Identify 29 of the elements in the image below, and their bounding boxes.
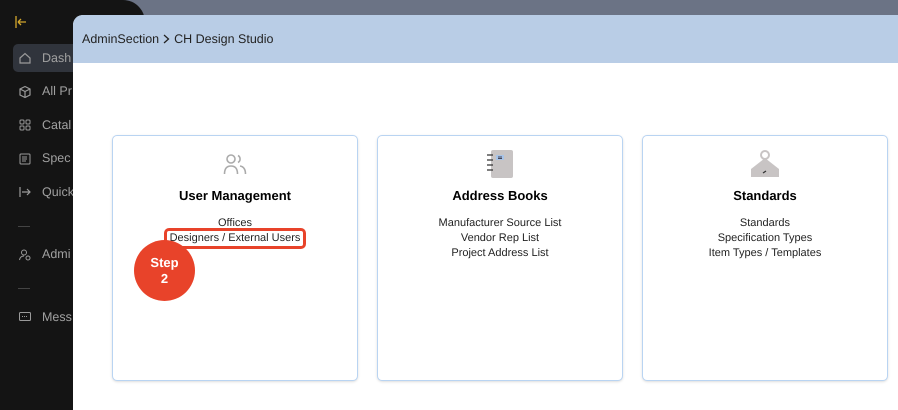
sidebar-item[interactable]: Spec <box>13 144 141 172</box>
weight-icon <box>750 150 780 178</box>
card-link[interactable]: Specification Types <box>718 230 812 246</box>
card-title: Standards <box>733 187 797 205</box>
card-title: User Management <box>179 187 291 205</box>
card-link[interactable]: Offices <box>218 216 252 230</box>
notebook-icon <box>487 150 513 178</box>
document-icon <box>18 152 32 166</box>
users-icon <box>223 152 247 176</box>
message-icon <box>18 310 32 324</box>
breadcrumb-item[interactable]: CH Design Studio <box>174 30 274 48</box>
card-link[interactable]: Item Types / Templates <box>708 246 822 260</box>
grid-icon <box>18 118 32 132</box>
card-link[interactable]: Vendor Rep List <box>460 230 540 246</box>
breadcrumb-item[interactable]: AdminSection <box>82 30 160 48</box>
sidebar-item[interactable]: Mess <box>13 303 141 331</box>
collapse-icon[interactable] <box>15 16 27 28</box>
chevron-right-icon <box>163 34 170 44</box>
user-gear-icon <box>18 248 32 262</box>
sidebar-item[interactable]: Quick <box>13 178 141 206</box>
sidebar-item[interactable]: Catal <box>13 111 141 139</box>
card-link[interactable]: Project Address List <box>451 246 549 260</box>
card-title: Address Books <box>452 187 548 205</box>
arrow-right-icon <box>18 185 32 199</box>
card-link[interactable]: Manufacturer Source List <box>438 216 562 230</box>
home-icon <box>18 51 32 65</box>
card-link[interactable]: Standards <box>740 216 790 230</box>
sidebar-item[interactable]: All Pr <box>13 78 141 106</box>
cube-icon <box>18 84 32 98</box>
